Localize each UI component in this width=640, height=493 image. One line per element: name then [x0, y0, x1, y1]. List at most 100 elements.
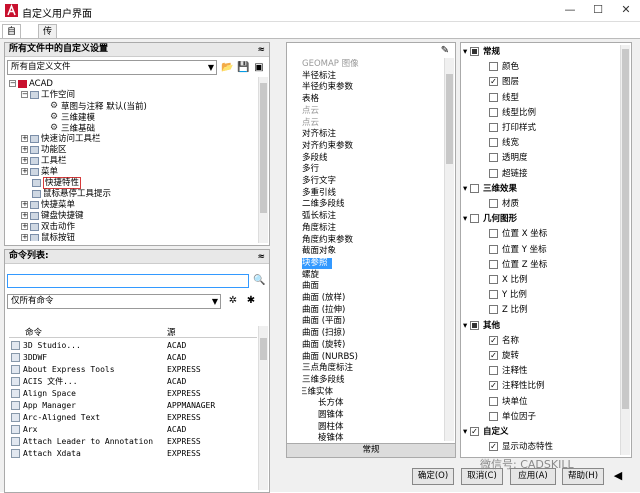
tree-scroll-thumb[interactable] [260, 83, 267, 213]
object-type-item[interactable]: 多段线 [302, 153, 328, 164]
tree-node[interactable]: + 功能区 [21, 145, 67, 156]
collapse-icon[interactable]: ≈ [257, 251, 265, 264]
checkbox[interactable]: ✓ [489, 77, 498, 87]
checkbox[interactable] [489, 107, 498, 117]
command-row[interactable]: Arx ACAD [9, 424, 257, 436]
object-type-item[interactable]: 螺旋 [302, 270, 319, 281]
property-group[interactable]: ▾ ✓ 自定义 [463, 425, 508, 439]
tree-node[interactable]: + 键盘快捷键 [21, 211, 84, 222]
command-row[interactable]: App Manager APPMANAGER [9, 400, 257, 412]
object-type-item[interactable]: 块参照 [302, 257, 332, 269]
property-item[interactable]: ✓ 名称 [489, 334, 519, 348]
checkbox[interactable] [489, 290, 498, 300]
command-row[interactable]: About Express Tools EXPRESS [9, 364, 257, 376]
object-type-item[interactable]: 曲面 (放样) [302, 293, 345, 304]
tree-node[interactable]: − 工作空间 [21, 90, 75, 101]
command-scroll-thumb[interactable] [260, 338, 267, 360]
object-type-item[interactable]: GEOMAP 图像 [302, 59, 359, 70]
property-group[interactable]: ▾ 常规 [463, 45, 500, 59]
object-type-item[interactable]: 角度约束参数 [302, 235, 353, 246]
command-row[interactable]: Attach Xdata EXPRESS [9, 448, 257, 460]
property-item[interactable]: ✓ 显示动态特性 [489, 440, 553, 454]
property-item[interactable]: 超链接 [489, 167, 528, 181]
checkbox[interactable] [489, 123, 498, 132]
tab-transfer[interactable]: 传输 [38, 24, 58, 51]
object-type-item[interactable]: 曲面 (平面) [302, 316, 345, 327]
object-type-item[interactable]: 曲面 (拉伸) [302, 305, 345, 316]
object-type-item[interactable]: 曲面 (NURBS) [302, 352, 358, 363]
column-source[interactable]: 源 [167, 326, 176, 338]
window-view-icon[interactable]: ▣ [253, 62, 265, 74]
checkbox[interactable] [489, 275, 498, 284]
property-item[interactable]: ✓ 图层 [489, 75, 519, 89]
object-type-item[interactable]: 多重引线 [302, 188, 336, 199]
property-group[interactable]: ▾ 三维效果 [463, 182, 517, 196]
property-item[interactable]: 块单位 [489, 395, 528, 409]
tree-node[interactable]: 快捷特性 [21, 177, 82, 189]
tree-node[interactable]: 鼠标悬停工具提示 [21, 189, 111, 200]
tree-node[interactable]: − ACAD [9, 79, 53, 90]
restore-button[interactable]: ☐ [584, 0, 612, 20]
property-group[interactable]: ▾ 其他 [463, 319, 500, 333]
object-type-item[interactable]: 棱锥体 [318, 433, 344, 444]
expand-icon[interactable]: + [21, 135, 28, 142]
property-item[interactable]: 线型比例 [489, 106, 536, 120]
property-item[interactable]: 线宽 [489, 136, 519, 150]
collapse-icon[interactable]: − [21, 91, 28, 98]
property-item[interactable]: ✓ 旋转 [489, 349, 519, 363]
checkbox[interactable] [489, 62, 498, 72]
new-command-icon[interactable]: ✱ [245, 295, 257, 307]
filter-star-icon[interactable]: ✲ [227, 295, 239, 307]
object-type-item[interactable]: 点云 [302, 106, 319, 117]
object-type-item[interactable]: 弧长标注 [302, 211, 336, 222]
object-type-item[interactable]: 三点角度标注 [302, 363, 353, 374]
checkbox[interactable] [489, 366, 498, 376]
command-row[interactable]: 3DDWF ACAD [9, 352, 257, 364]
object-type-item[interactable]: 半径标注 [302, 71, 336, 82]
checkbox[interactable] [469, 214, 479, 224]
property-item[interactable]: X 比例 [489, 273, 528, 287]
command-filter-select[interactable]: 仅所有命令 ▼ [7, 294, 221, 309]
tree-node[interactable]: + 双击动作 [21, 222, 75, 233]
ok-button[interactable]: 确定(O) [412, 468, 454, 485]
checkbox[interactable]: ✓ [469, 427, 479, 436]
object-list-scroll-thumb[interactable] [446, 74, 453, 164]
tree-node[interactable]: + 鼠标按钮 [21, 233, 75, 241]
checkbox[interactable] [489, 229, 498, 239]
open-file-icon[interactable]: 📂 [221, 62, 233, 74]
checkbox[interactable] [469, 47, 479, 56]
command-row[interactable]: Align Space EXPRESS [9, 388, 257, 400]
object-type-item[interactable]: 曲面 (旋转) [302, 340, 345, 351]
checkbox[interactable] [489, 199, 498, 208]
minimize-button[interactable]: — [556, 0, 584, 20]
command-row[interactable]: Attach Leader to Annotation EXPRESS [9, 436, 257, 448]
object-type-item[interactable]: 半径约束参数 [302, 82, 353, 93]
property-item[interactable]: 材质 [489, 197, 519, 211]
object-type-item[interactable]: 二维多段线 [302, 199, 345, 210]
property-item[interactable]: 位置 Z 坐标 [489, 258, 547, 272]
checkbox[interactable]: ✓ [489, 381, 498, 391]
property-item[interactable]: 打印样式 [489, 121, 536, 135]
checkbox[interactable] [489, 168, 498, 178]
chevron-down-icon[interactable]: ▾ [463, 321, 470, 331]
object-type-item[interactable]: ▾ 三维实体 [302, 387, 333, 398]
column-command[interactable]: 命令 [25, 326, 42, 338]
property-item[interactable]: Z 比例 [489, 303, 528, 317]
command-scrollbar[interactable] [258, 326, 268, 490]
object-list-scrollbar[interactable] [444, 58, 454, 441]
command-search-input[interactable] [7, 274, 249, 288]
property-item[interactable]: 注释性 [489, 364, 528, 378]
property-group[interactable]: ▾ 几何图形 [463, 212, 517, 226]
checkbox[interactable] [469, 183, 479, 193]
checkbox[interactable]: ✓ [489, 351, 498, 360]
expand-icon[interactable]: + [21, 234, 28, 241]
checkbox[interactable] [469, 320, 479, 330]
edit-list-icon[interactable]: ✎ [439, 45, 451, 57]
collapse-dialog-icon[interactable]: ◀ [612, 470, 624, 482]
checkbox[interactable]: ✓ [489, 442, 498, 452]
save-icon[interactable]: 💾 [237, 62, 249, 74]
property-item[interactable]: 位置 Y 坐标 [489, 243, 547, 257]
object-type-item[interactable]: 三维多段线 [302, 375, 345, 386]
checkbox[interactable] [489, 396, 498, 406]
chevron-down-icon[interactable]: ▾ [463, 184, 470, 194]
